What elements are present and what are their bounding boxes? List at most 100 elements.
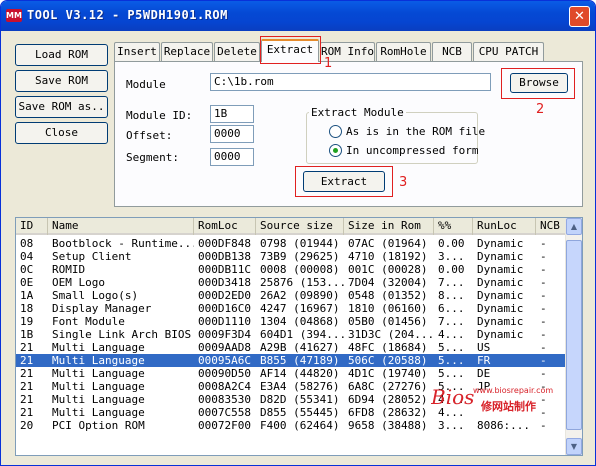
column-header[interactable]: RunLoc [473,218,536,235]
table-row[interactable]: 21 Multi Language 00090D50 AF14 (44820) 4D1C… [16,367,566,380]
load-rom-button[interactable]: Load ROM [15,44,108,66]
title-bar[interactable]: MM TOOL V3.12 - P5WDH1901.ROM ✕ [1,1,595,31]
table-cell: 9658 (38488) [348,419,428,432]
table-cell: 04 [20,250,34,263]
table-cell: 6D94 (28052) [348,393,428,406]
scroll-up-icon[interactable]: ▲ [566,218,582,235]
table-cell: 4710 (18192) [348,250,428,263]
table-cell: 00095A6C [198,354,251,367]
table-cell: 1B [20,328,34,341]
table-cell: 21 [20,393,34,406]
annotation-1: 1 [324,56,333,71]
module-list[interactable]: ID Name RomLoc Source size Size in Rom%% RunL… [15,217,583,456]
table-row[interactable]: 0C ROMID 000DB11C 0008 (00008) 001C (00028) 0… [16,263,566,276]
table-cell: - [540,250,547,263]
window-close-button[interactable]: ✕ [569,6,590,27]
table-row[interactable]: 21 Multi Language 00095A6C B855 (47189) 506C… [16,354,566,367]
table-cell: 21 [20,354,34,367]
table-row[interactable]: 04 Setup Client 000DB138 73B9 (29625) 4710 (… [16,250,566,263]
table-cell: 000DF848 [198,237,251,250]
table-cell: 4247 (16967) [260,302,340,315]
table-cell: 000DB138 [198,250,251,263]
table-cell: 20 [20,419,34,432]
table-cell: 0008 (00008) [260,263,340,276]
table-cell: Display Manager [52,302,152,315]
table-cell: B855 (47189) [260,354,340,367]
table-cell: Dynamic [477,276,524,289]
tab-delete[interactable]: Delete [214,42,260,61]
tab-romhole[interactable]: RomHole [376,42,431,61]
table-cell: 000D16C0 [198,302,251,315]
table-cell: 4... [438,328,465,341]
close-rom-button[interactable]: Close [15,122,108,144]
table-row[interactable]: 1B Single Link Arch BIOS 0009F3D4 604D1 (39… [16,328,566,341]
column-header[interactable]: ID [16,218,48,235]
column-header[interactable]: Name [48,218,194,235]
radio-as-is-label[interactable]: As is in the ROM file [346,125,485,138]
tab-cpu-patch[interactable]: CPU PATCH [473,42,544,61]
table-cell: 7... [438,276,465,289]
table-cell: Multi Language [52,341,145,354]
table-cell: A29B (41627) [260,341,340,354]
table-cell: 0007C558 [198,406,251,419]
table-cell: - [540,289,547,302]
tab-insert[interactable]: Insert [114,42,160,61]
table-cell: Dynamic [477,315,524,328]
offset-input[interactable]: 0000 [210,125,254,143]
table-cell: 05B0 (01456) [348,315,428,328]
save-rom-button[interactable]: Save ROM [15,70,108,92]
column-header[interactable]: RomLoc [194,218,256,235]
table-cell: 07AC (01964) [348,237,428,250]
table-cell: Single Link Arch BIOS [52,328,192,341]
window-title: TOOL V3.12 - P5WDH1901.ROM [27,8,228,22]
table-cell: 604D1 (394... [260,328,344,341]
table-cell: - [540,367,547,380]
segment-input[interactable]: 0000 [210,148,254,166]
table-cell: 0009F3D4 [198,328,251,341]
table-row[interactable]: 18 Display Manager 000D16C0 4247 (16967) 181… [16,302,566,315]
table-cell: 0.00 [438,237,465,250]
table-row[interactable]: 21 Multi Language 0009AAD8 A29B (41627) 48FC… [16,341,566,354]
column-header[interactable]: %% [434,218,473,235]
table-cell: 0C [20,263,34,276]
table-cell: 0008A2C4 [198,380,251,393]
table-cell: 5... [438,354,465,367]
annotation-3: 3 [399,175,408,190]
scroll-down-icon[interactable]: ▼ [566,438,582,455]
table-row[interactable]: 0E OEM Logo 000D3418 25876 (153... 7D04 (320… [16,276,566,289]
table-cell: 3... [438,250,465,263]
column-header[interactable]: NCB [536,218,566,235]
table-cell: 0009AAD8 [198,341,251,354]
table-cell: Multi Language [52,406,145,419]
radio-as-is[interactable] [329,125,342,138]
table-cell: Bootblock - Runtime... [52,237,194,250]
table-cell: 31D3C (204... [348,328,434,341]
annotation-2: 2 [536,102,545,117]
vertical-scrollbar[interactable]: ▲ ▼ [565,218,582,455]
tab-ncb[interactable]: NCB [432,42,472,61]
table-row[interactable]: 08 Bootblock - Runtime... 000DF848 0798 (01… [16,237,566,250]
radio-uncompressed[interactable] [329,144,342,157]
table-cell: - [540,263,547,276]
offset-label: Offset: [126,129,173,142]
tab-replace[interactable]: Replace [161,42,213,61]
extract-module-group-title: Extract Module [309,106,406,119]
table-cell: 18 [20,302,34,315]
table-cell: Dynamic [477,237,524,250]
table-cell: 0E [20,276,34,289]
module-id-input[interactable]: 1B [210,105,254,123]
scroll-thumb[interactable] [566,240,582,430]
module-path-input[interactable]: C:\1b.rom [210,73,491,91]
column-header[interactable]: Size in Rom [344,218,434,235]
table-cell: F400 (62464) [260,419,340,432]
table-row[interactable]: 1A Small Logo(s) 000D2ED0 26A2 (09890) 0548 … [16,289,566,302]
column-header[interactable]: Source size [256,218,344,235]
table-cell: 000DB11C [198,263,251,276]
table-row[interactable]: 20 PCI Option ROM 00072F00 F400 (62464) 9658… [16,419,566,432]
table-cell: Setup Client [52,250,132,263]
table-cell: OEM Logo [52,276,105,289]
radio-uncompressed-label[interactable]: In uncompressed form [346,144,478,157]
save-rom-as-button[interactable]: Save ROM as.. [15,96,108,118]
list-header: ID Name RomLoc Source size Size in Rom%% RunL… [16,218,566,235]
table-row[interactable]: 19 Font Module 000D1110 1304 (04868) 05B0 (0… [16,315,566,328]
